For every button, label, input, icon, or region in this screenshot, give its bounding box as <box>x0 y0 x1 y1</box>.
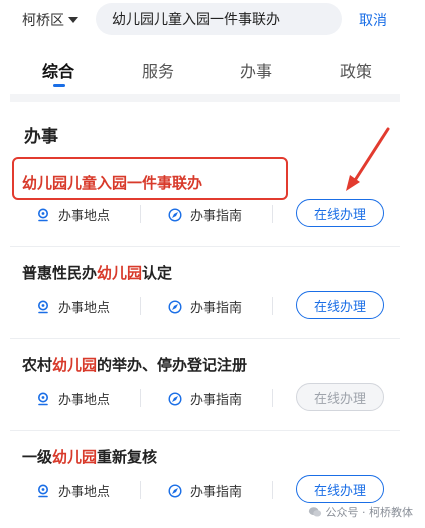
annotation-highlight-box <box>12 157 288 200</box>
location-link[interactable]: 办事地点 <box>36 389 110 408</box>
section-title: 办事 <box>24 127 58 147</box>
location-link[interactable]: 办事地点 <box>36 205 110 224</box>
title-text: 的举办、停办登记注册 <box>97 356 248 374</box>
location-label: 办事地点 <box>58 301 111 316</box>
location-label: 办事地点 <box>58 485 111 500</box>
online-apply-button[interactable]: 在线办理 <box>296 291 384 319</box>
online-apply-button: 在线办理 <box>296 383 384 411</box>
tab-policy[interactable]: 政策 <box>340 58 372 82</box>
location-label: 办事地点 <box>58 393 111 408</box>
separator <box>272 205 273 223</box>
wechat-icon <box>308 507 321 517</box>
title-keyword-highlight: 幼儿园 <box>97 264 143 282</box>
guide-label: 办事指南 <box>190 485 243 500</box>
title-text: 认定 <box>142 264 173 282</box>
title-text: 一级 <box>22 448 53 466</box>
title-keyword-highlight: 幼儿园 <box>52 356 98 374</box>
guide-link[interactable]: 办事指南 <box>168 297 242 316</box>
separator <box>140 205 141 223</box>
active-tab-indicator <box>53 84 65 87</box>
compass-icon <box>168 299 182 314</box>
title-keyword-highlight: 幼儿园 <box>52 448 98 466</box>
search-box[interactable] <box>96 3 342 35</box>
row-divider <box>10 338 400 339</box>
location-pin-icon <box>38 484 48 497</box>
guide-link[interactable]: 办事指南 <box>168 481 242 500</box>
location-pin-icon <box>38 392 48 405</box>
guide-label: 办事指南 <box>190 209 243 224</box>
location-link[interactable]: 办事地点 <box>36 297 110 316</box>
location-pin-icon <box>38 300 48 313</box>
compass-icon <box>168 483 182 498</box>
guide-link[interactable]: 办事指南 <box>168 205 242 224</box>
online-apply-button[interactable]: 在线办理 <box>296 475 384 503</box>
cancel-button[interactable]: 取消 <box>359 10 387 30</box>
separator <box>140 481 141 499</box>
compass-icon <box>168 207 182 222</box>
top-bar: 柯桥区 取消 <box>0 0 425 44</box>
title-text: 重新复核 <box>97 448 158 466</box>
item-title[interactable]: 农村幼儿园的举办、停办登记注册 <box>22 354 247 375</box>
tab-comprehensive[interactable]: 综合 <box>42 58 74 82</box>
row-divider <box>10 246 400 247</box>
row-divider <box>10 430 400 431</box>
guide-label: 办事指南 <box>190 393 243 408</box>
watermark: 公众号 · 柯桥教体 <box>308 504 414 520</box>
separator <box>272 297 273 315</box>
watermark-text: 公众号 · 柯桥教体 <box>325 506 414 519</box>
region-selector[interactable]: 柯桥区 <box>22 10 78 30</box>
tab-services[interactable]: 服务 <box>142 58 174 82</box>
guide-link[interactable]: 办事指南 <box>168 389 242 408</box>
online-apply-button[interactable]: 在线办理 <box>296 199 384 227</box>
region-label: 柯桥区 <box>22 13 64 29</box>
list-item[interactable]: 农村幼儿园的举办、停办登记注册办事地点 办事指南 在线办理 <box>10 342 400 432</box>
title-text: 普惠性民办 <box>22 264 98 282</box>
title-text: 农村 <box>22 356 53 374</box>
separator <box>272 481 273 499</box>
location-link[interactable]: 办事地点 <box>36 481 110 500</box>
list-item[interactable]: 普惠性民办幼儿园认定办事地点 办事指南 在线办理 <box>10 250 400 340</box>
section-divider <box>10 94 400 102</box>
guide-label: 办事指南 <box>190 301 243 316</box>
tab-affairs[interactable]: 办事 <box>240 58 272 82</box>
separator <box>140 389 141 407</box>
compass-icon <box>168 391 182 406</box>
annotation-arrow-icon <box>346 127 390 191</box>
search-input[interactable] <box>96 3 342 35</box>
separator <box>140 297 141 315</box>
separator <box>272 389 273 407</box>
item-title[interactable]: 一级幼儿园重新复核 <box>22 446 157 467</box>
location-pin-icon <box>38 208 48 221</box>
chevron-down-icon <box>68 17 78 23</box>
location-label: 办事地点 <box>58 209 111 224</box>
item-title[interactable]: 普惠性民办幼儿园认定 <box>22 262 172 283</box>
